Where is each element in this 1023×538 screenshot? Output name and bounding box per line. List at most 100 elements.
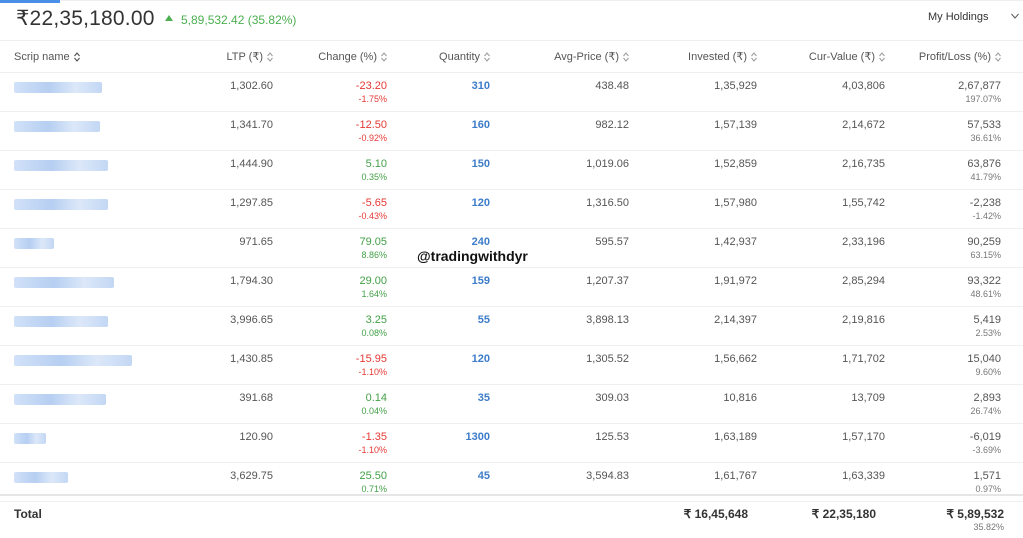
profit-loss-value: 2,67,877 xyxy=(958,80,1001,92)
column-header-change[interactable]: Change (%) xyxy=(295,40,409,73)
total-current-value: ₹ 22,35,180 xyxy=(811,507,876,521)
scrip-name-redacted[interactable] xyxy=(14,160,108,171)
change-value: 29.00 xyxy=(359,275,387,287)
invested-value: 1,35,929 xyxy=(714,80,757,92)
invested-value: 1,63,189 xyxy=(714,431,757,443)
profit-loss-value: 90,259 xyxy=(967,236,1001,248)
profit-loss-value: 5,419 xyxy=(973,314,1001,326)
scrip-name-cell xyxy=(0,345,132,385)
avg-price-value: 1,207.37 xyxy=(586,275,629,287)
scrip-name-redacted[interactable] xyxy=(14,238,54,249)
avg-price-value: 125.53 xyxy=(595,431,629,443)
profit-loss-percent: 26.74% xyxy=(970,406,1001,416)
column-header-profit-loss[interactable]: Profit/Loss (%) xyxy=(907,40,1023,73)
change-cell: -23.20 -1.75% xyxy=(295,72,409,112)
scrip-name-cell xyxy=(0,72,130,112)
scrip-name-redacted[interactable] xyxy=(14,433,46,444)
table-row[interactable]: 1,444.90 5.10 0.35% 150 1,019.06 1,52,859 2,16… xyxy=(0,150,1023,190)
ltp-cell: 1,794.30 xyxy=(130,267,295,307)
current-value: 2,16,735 xyxy=(842,158,885,170)
invested-value: 1,91,972 xyxy=(714,275,757,287)
table-row[interactable]: 1,302.60 -23.20 -1.75% 310 438.48 1,35,929 4,0… xyxy=(0,72,1023,112)
table-row[interactable]: 1,430.85 -15.95 -1.10% 120 1,305.52 1,56,662 1… xyxy=(0,345,1023,385)
column-header-ltp[interactable]: LTP (₹) xyxy=(130,40,295,73)
avg-price-value: 309.03 xyxy=(595,392,629,404)
invested-cell: 1,56,662 xyxy=(651,345,779,385)
table-row[interactable]: 1,341.70 -12.50 -0.92% 160 982.12 1,57,139 2,1… xyxy=(0,111,1023,151)
quantity-value: 55 xyxy=(477,314,490,326)
scrip-name-redacted[interactable] xyxy=(14,472,68,483)
scrip-name-redacted[interactable] xyxy=(14,199,108,210)
holdings-view-select[interactable]: My Holdings xyxy=(928,4,1023,32)
table-row[interactable]: 1,297.85 -5.65 -0.43% 120 1,316.50 1,57,980 1,… xyxy=(0,189,1023,229)
scrip-name-redacted[interactable] xyxy=(14,355,132,366)
quantity-cell: 55 xyxy=(409,306,512,346)
ltp-cell: 1,302.60 xyxy=(130,72,295,112)
invested-value: 10,816 xyxy=(723,392,757,404)
column-header-quantity[interactable]: Quantity xyxy=(409,40,512,73)
sort-icon[interactable] xyxy=(995,51,1001,62)
change-value: -5.65 xyxy=(361,197,387,209)
current-value: 1,57,170 xyxy=(842,431,885,443)
scrip-name-redacted[interactable] xyxy=(14,121,100,132)
sort-icon[interactable] xyxy=(751,52,757,62)
invested-cell: 1,57,980 xyxy=(651,189,779,229)
current-value-cell: 13,709 xyxy=(779,384,907,424)
profit-loss-cell: 93,322 48.61% xyxy=(907,267,1023,307)
scrip-name-redacted[interactable] xyxy=(14,82,102,93)
total-invested: ₹ 16,45,648 xyxy=(683,507,748,521)
invested-value: 1,52,859 xyxy=(714,158,757,170)
profit-loss-percent: -3.69% xyxy=(972,445,1001,455)
scrip-name-redacted[interactable] xyxy=(14,277,114,288)
invested-cell: 1,35,929 xyxy=(651,72,779,112)
change-cell: 79.05 8.86% xyxy=(295,228,409,268)
current-value: 1,55,742 xyxy=(842,197,885,209)
quantity-value: 150 xyxy=(471,158,490,170)
profit-loss-value: 1,571 xyxy=(973,470,1001,482)
scrip-name-redacted[interactable] xyxy=(14,316,108,327)
holdings-table: Scrip name LTP (₹) Change (%) Quantity Avg-P… xyxy=(0,40,1023,502)
avg-price-value: 1,305.52 xyxy=(586,353,629,365)
profit-loss-value: 15,040 xyxy=(967,353,1001,365)
profit-loss-cell: 2,67,877 197.07% xyxy=(907,72,1023,112)
change-value: 5.10 xyxy=(365,158,387,170)
change-cell: 29.00 1.64% xyxy=(295,267,409,307)
change-percent: 8.86% xyxy=(361,250,387,260)
change-percent: 0.08% xyxy=(361,328,387,338)
profit-loss-cell: -6,019 -3.69% xyxy=(907,423,1023,463)
avg-price-value: 438.48 xyxy=(595,80,629,92)
quantity-cell: 160 xyxy=(409,111,512,151)
current-value-cell: 2,16,735 xyxy=(779,150,907,190)
column-header-avg-price[interactable]: Avg-Price (₹) xyxy=(512,40,651,73)
profit-loss-percent: 41.79% xyxy=(970,172,1001,182)
profit-loss-value: 57,533 xyxy=(967,119,1001,131)
scrip-name-redacted[interactable] xyxy=(14,394,106,405)
column-header-invested[interactable]: Invested (₹) xyxy=(651,40,779,73)
sort-icon[interactable] xyxy=(879,52,885,62)
quantity-value: 35 xyxy=(477,392,490,404)
sort-icon[interactable] xyxy=(381,51,387,62)
table-row[interactable]: 3,996.65 3.25 0.08% 55 3,898.13 2,14,397 2,19,… xyxy=(0,306,1023,346)
profit-loss-percent: 9.60% xyxy=(975,367,1001,377)
total-profit-loss-percent: 35.82% xyxy=(973,522,1004,532)
table-row[interactable]: 391.68 0.14 0.04% 35 309.03 10,816 13,709 2,893… xyxy=(0,384,1023,424)
avg-price-value: 1,316.50 xyxy=(586,197,629,209)
ltp-value: 1,444.90 xyxy=(230,158,273,170)
column-header-current-value[interactable]: Cur-Value (₹) xyxy=(779,40,907,73)
sort-icon[interactable] xyxy=(73,51,80,62)
quantity-value: 120 xyxy=(471,353,490,365)
change-cell: -15.95 -1.10% xyxy=(295,345,409,385)
sort-icon[interactable] xyxy=(484,51,490,62)
invested-cell: 1,63,189 xyxy=(651,423,779,463)
column-header-scrip-name[interactable]: Scrip name xyxy=(0,40,130,73)
ltp-cell: 971.65 xyxy=(130,228,295,268)
quantity-cell: 310 xyxy=(409,72,512,112)
table-row[interactable]: 1,794.30 29.00 1.64% 159 1,207.37 1,91,972 2,8… xyxy=(0,267,1023,307)
chevron-down-icon xyxy=(1011,13,1019,19)
avg-price-cell: 595.57 xyxy=(512,228,651,268)
table-row[interactable]: 120.90 -1.35 -1.10% 1300 125.53 1,63,189 1,57,… xyxy=(0,423,1023,463)
sort-icon[interactable] xyxy=(623,52,629,62)
sort-icon[interactable] xyxy=(267,52,273,62)
ltp-cell: 3,996.65 xyxy=(130,306,295,346)
avg-price-cell: 3,898.13 xyxy=(512,306,651,346)
